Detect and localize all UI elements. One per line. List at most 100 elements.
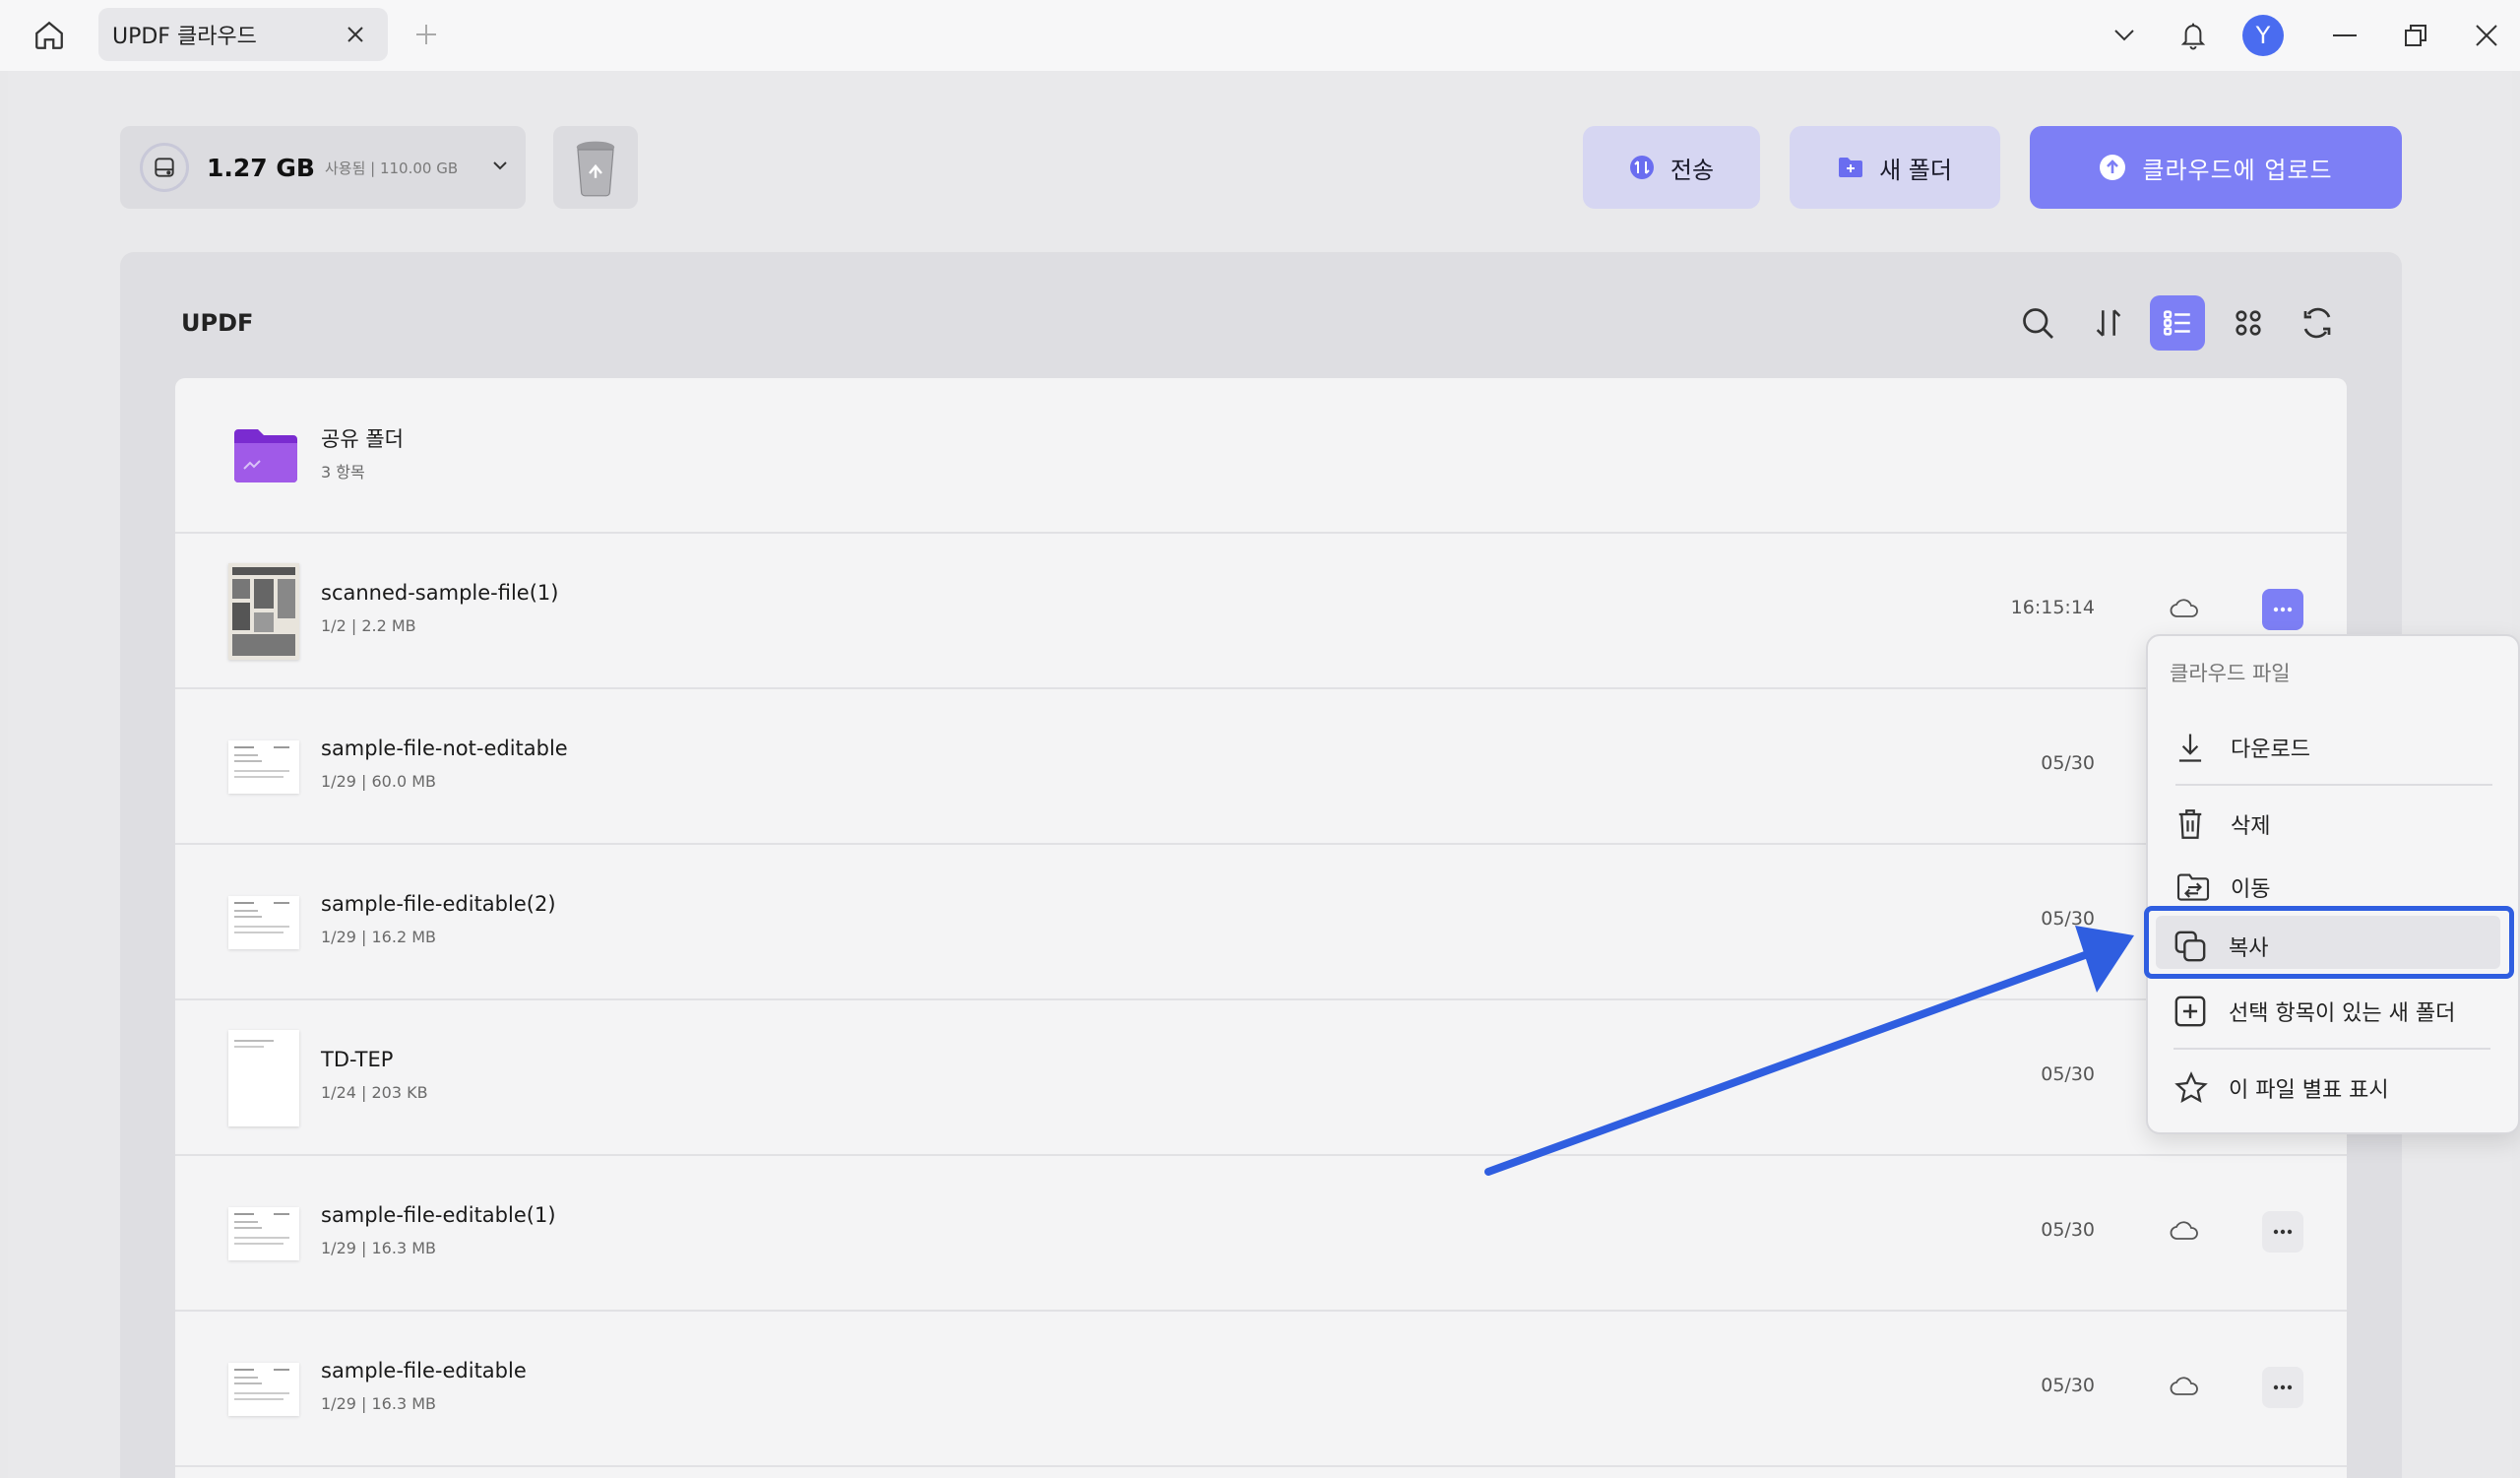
notifications-button[interactable]: [2172, 14, 2215, 57]
title-bar: UPDF 클라우드 Y: [0, 0, 2520, 71]
tab-updf-cloud[interactable]: UPDF 클라우드: [98, 8, 388, 61]
list-view-icon: [2163, 310, 2190, 336]
more-options-button[interactable]: [2262, 1367, 2303, 1408]
folder-move-icon: [2175, 872, 2215, 902]
close-icon: [2476, 25, 2497, 46]
upload-icon: [2099, 154, 2126, 181]
file-meta: 1/24 | 203 KB: [321, 1083, 428, 1102]
new-folder-button[interactable]: 새 폴더: [1790, 126, 2000, 209]
file-thumbnail: [228, 1030, 299, 1126]
transfer-button[interactable]: 전송: [1583, 126, 1760, 209]
user-avatar-button[interactable]: Y: [2240, 14, 2286, 57]
menu-item-download[interactable]: 다운로드: [2175, 723, 2310, 772]
folder-plus-icon: [1838, 156, 1863, 179]
panel-title: UPDF: [181, 309, 254, 337]
list-item-shared-folder[interactable]: 공유 폴더 3 항목: [175, 378, 2347, 534]
trash-button[interactable]: [553, 126, 638, 209]
refresh-button[interactable]: [2290, 295, 2345, 351]
file-date: 05/30: [2041, 752, 2095, 774]
home-button[interactable]: [28, 16, 71, 55]
new-folder-label: 새 폴더: [1879, 156, 1952, 184]
chevron-down-icon: [492, 156, 508, 174]
menu-item-delete[interactable]: 삭제: [2175, 800, 2270, 849]
file-meta: 1/29 | 16.3 MB: [321, 1239, 436, 1257]
sort-button[interactable]: [2081, 295, 2136, 351]
upload-to-cloud-button[interactable]: 클라우드에 업로드: [2030, 126, 2402, 209]
menu-item-label: 이동: [2231, 877, 2271, 902]
close-window-button[interactable]: [2465, 14, 2508, 57]
grid-view-button[interactable]: [2221, 295, 2276, 351]
menu-item-label: 이 파일 별표 표시: [2229, 1078, 2389, 1103]
context-menu-header: 클라우드 파일: [2170, 662, 2291, 685]
minimize-button[interactable]: [2323, 14, 2366, 57]
storage-disk-icon: [140, 143, 189, 192]
cloud-icon: [2170, 1219, 2199, 1245]
search-icon: [2023, 308, 2053, 339]
menu-divider: [2175, 784, 2492, 786]
file-name: sample-file-editable(1): [321, 1203, 556, 1227]
new-tab-button[interactable]: [411, 20, 441, 49]
file-thumbnail: [228, 563, 299, 660]
file-thumbnail: [228, 740, 299, 794]
grid-view-icon: [2236, 310, 2261, 336]
menu-item-new-folder-with-selection[interactable]: 선택 항목이 있는 새 폴더: [2174, 987, 2455, 1036]
restore-button[interactable]: [2394, 14, 2437, 57]
file-name: sample-file-not-editable: [321, 737, 568, 760]
minimize-icon: [2333, 34, 2357, 36]
file-thumbnail: [228, 1207, 299, 1260]
tab-close-button[interactable]: [343, 22, 368, 47]
table-row[interactable]: sample-file-editable 1/29 | 16.3 MB 05/3…: [175, 1312, 2347, 1467]
menu-item-star[interactable]: 이 파일 별표 표시: [2174, 1063, 2389, 1113]
recycle-bin-icon: [576, 141, 615, 197]
restore-icon: [2405, 25, 2426, 46]
upload-label: 클라우드에 업로드: [2142, 156, 2333, 184]
menu-item-label: 삭제: [2231, 814, 2271, 839]
file-name: TD-TEP: [321, 1048, 394, 1071]
file-meta: 1/29 | 16.2 MB: [321, 928, 436, 946]
transfer-label: 전송: [1670, 156, 1715, 184]
search-button[interactable]: [2010, 295, 2065, 351]
copy-highlight-box: [2144, 906, 2514, 979]
table-row[interactable]: sample-file-editable(2) 1/29 | 16.2 MB 0…: [175, 845, 2347, 1000]
file-date: 05/30: [2041, 1063, 2095, 1085]
folder-meta: 3 항목: [321, 463, 365, 482]
more-options-button[interactable]: [2262, 589, 2303, 630]
more-options-button[interactable]: [2262, 1211, 2303, 1253]
plus-icon: [416, 25, 436, 44]
file-list: 공유 폴더 3 항목 scanned-sample-file(1) 1/2 | …: [175, 378, 2347, 1478]
file-date: 05/30: [2041, 1375, 2095, 1396]
tabs-dropdown-button[interactable]: [2103, 14, 2146, 57]
menu-item-label: 선택 항목이 있는 새 폴더: [2229, 1001, 2456, 1026]
menu-item-label: 다운로드: [2231, 738, 2310, 762]
table-row[interactable]: TD-TEP 1/24 | 203 KB 05/30: [175, 1000, 2347, 1156]
file-thumbnail: [228, 896, 299, 949]
file-name: sample-file-editable(2): [321, 892, 556, 916]
tab-title: UPDF 클라우드: [112, 25, 257, 49]
storage-indicator[interactable]: 1.27 GB 사용됨 | 110.00 GB: [120, 126, 526, 209]
folder-icon: [232, 425, 299, 488]
table-row[interactable]: scanned-sample-file(1) 1/2 | 2.2 MB 16:1…: [175, 534, 2347, 689]
sort-icon: [2096, 309, 2121, 337]
file-meta: 1/29 | 16.3 MB: [321, 1394, 436, 1413]
folder-plus-icon: [2174, 995, 2213, 1028]
table-row[interactable]: sample-file-not-editable 1/29 | 60.0 MB …: [175, 689, 2347, 845]
table-row[interactable]: sample-file-editable(1) 1/29 | 16.3 MB 0…: [175, 1156, 2347, 1312]
file-date: 05/30: [2041, 1219, 2095, 1241]
trash-icon: [2175, 807, 2215, 841]
close-icon: [347, 27, 363, 42]
file-meta: 1/2 | 2.2 MB: [321, 616, 416, 635]
more-icon: [2273, 1384, 2293, 1390]
refresh-icon: [2303, 307, 2331, 339]
cloud-icon: [2170, 597, 2199, 622]
star-icon: [2174, 1071, 2213, 1105]
cloud-icon: [2170, 1375, 2199, 1400]
menu-item-move[interactable]: 이동: [2175, 863, 2270, 912]
list-view-button[interactable]: [2150, 295, 2205, 351]
file-name: scanned-sample-file(1): [321, 581, 559, 605]
folder-name: 공유 폴더: [321, 427, 404, 451]
storage-used: 1.27 GB: [207, 153, 315, 182]
file-meta: 1/29 | 60.0 MB: [321, 772, 436, 791]
context-menu: 클라우드 파일 다운로드 삭제 이동: [2146, 634, 2520, 1134]
storage-detail: 사용됨 | 110.00 GB: [324, 159, 459, 177]
file-thumbnail: [228, 1363, 299, 1416]
